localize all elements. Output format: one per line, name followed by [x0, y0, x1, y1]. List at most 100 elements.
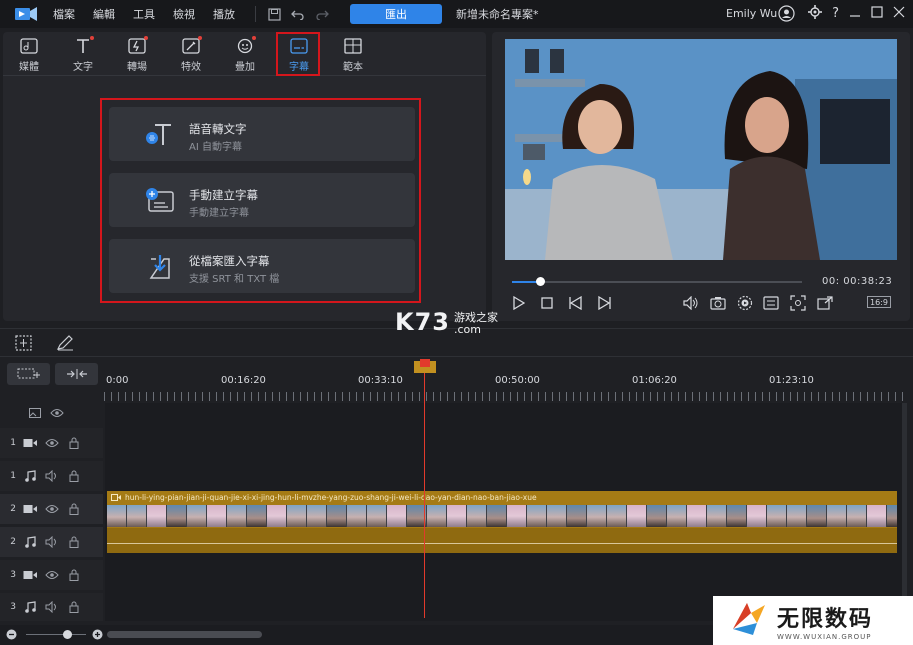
manual-subtitle-subtitle: 手動建立字幕 — [189, 208, 249, 219]
user-name[interactable]: Emily Wu — [726, 7, 777, 20]
import-subtitle-option[interactable]: 從檔案匯入字幕 支援 SRT 和 TXT 檔 — [109, 239, 415, 293]
speech-to-text-option[interactable]: 語音轉文字 AI 自動字幕 — [109, 107, 415, 161]
timeline-ruler[interactable]: 0:00 00:16:20 00:33:10 00:50:00 01:06:20… — [104, 357, 913, 403]
playback-progress-track[interactable] — [512, 281, 802, 283]
menu-edit[interactable]: 編輯 — [93, 6, 115, 22]
video-track-icon — [22, 568, 38, 582]
window-controls: ? — [808, 5, 905, 22]
aspect-ratio-badge[interactable]: 16:9 — [867, 296, 891, 308]
eye-icon[interactable] — [44, 502, 60, 516]
tab-overlay[interactable]: 疊加 — [223, 36, 267, 74]
user-avatar-icon[interactable] — [778, 5, 795, 25]
tab-media[interactable]: 媒體 — [7, 36, 51, 74]
playback-scrubber-handle[interactable] — [536, 277, 545, 286]
menu-view[interactable]: 檢視 — [173, 6, 195, 22]
tab-template-label: 範本 — [343, 62, 363, 73]
undo-icon[interactable] — [290, 6, 306, 22]
settings-gear-icon[interactable] — [808, 5, 823, 22]
snapshot-camera-icon[interactable] — [710, 295, 726, 311]
manual-subtitle-title: 手動建立字幕 — [189, 188, 258, 202]
lock-icon[interactable] — [66, 469, 82, 483]
overlay-icon — [234, 36, 256, 56]
app-window: 檔案 編輯 工具 檢視 播放 匯出 新增未命名專案* Emily Wu ? 媒體… — [0, 0, 913, 645]
new-badge-dot — [252, 36, 256, 40]
track-number: 2 — [10, 537, 16, 547]
k73-logo-text: K73 — [395, 308, 450, 336]
wuxian-url: WWW.WUXIAN.GROUP — [777, 632, 872, 641]
template-icon — [342, 36, 364, 56]
k73-caption: 游戏之家 .com — [454, 311, 498, 336]
track-3-video-header: 3 — [0, 560, 103, 590]
clip-thumbnails — [107, 505, 897, 527]
track-1-video-header: 1 — [0, 428, 103, 458]
speaker-icon[interactable] — [44, 535, 60, 549]
timeline-playhead[interactable] — [424, 360, 425, 618]
menu-tools[interactable]: 工具 — [133, 6, 155, 22]
tab-template[interactable]: 範本 — [331, 36, 375, 74]
tab-transition[interactable]: 轉場 — [115, 36, 159, 74]
undock-preview-icon[interactable] — [817, 295, 833, 311]
lock-icon[interactable] — [66, 568, 82, 582]
lock-icon[interactable] — [66, 502, 82, 516]
menu-file[interactable]: 檔案 — [53, 6, 75, 22]
zoom-slider-track[interactable] — [26, 634, 86, 635]
new-badge-dot — [198, 36, 202, 40]
add-track-button[interactable] — [7, 363, 50, 385]
tab-effects[interactable]: 特效 — [169, 36, 213, 74]
speech-to-text-title: 語音轉文字 — [189, 122, 247, 136]
playhead-marker — [420, 359, 430, 367]
maximize-icon[interactable] — [871, 6, 883, 21]
zoom-slider-handle[interactable] — [63, 630, 72, 639]
lock-icon[interactable] — [66, 600, 82, 614]
app-logo-icon — [13, 5, 39, 23]
redo-icon[interactable] — [314, 6, 330, 22]
k73-caption-domain: .com — [454, 322, 481, 336]
track-headers: 1 1 2 2 3 3 — [0, 403, 104, 621]
previous-frame-icon[interactable] — [568, 295, 584, 311]
manual-subtitle-option[interactable]: 手動建立字幕 手動建立字幕 — [109, 173, 415, 227]
tab-overlay-label: 疊加 — [235, 62, 255, 73]
tab-text[interactable]: 文字 — [61, 36, 105, 74]
render-preview-icon[interactable] — [737, 295, 753, 311]
minimize-icon[interactable] — [849, 6, 861, 21]
track-number: 1 — [10, 471, 16, 481]
timeline-horizontal-scrollbar[interactable] — [107, 631, 262, 638]
zoom-in-icon[interactable] — [92, 629, 103, 643]
video-clip[interactable]: hun-li-ying-pian-jian-ji-quan-jie-xi-xi-… — [107, 491, 897, 553]
zoom-out-icon[interactable] — [6, 629, 17, 643]
video-track-icon — [22, 436, 38, 450]
menu-play[interactable]: 播放 — [213, 6, 235, 22]
timeline-tracks-area[interactable]: hun-li-ying-pian-jian-ji-quan-jie-xi-xi-… — [105, 403, 905, 621]
project-name: 新增未命名專案* — [456, 8, 539, 21]
speaker-icon[interactable] — [44, 469, 60, 483]
save-icon[interactable] — [266, 6, 282, 22]
help-icon[interactable]: ? — [832, 6, 839, 21]
lock-icon[interactable] — [66, 436, 82, 450]
fit-timeline-button[interactable] — [55, 363, 98, 385]
subtitle-options-highlight: 語音轉文字 AI 自動字幕 手動建立字幕 手動建立字幕 從檔案匯入字幕 支援 S… — [100, 98, 421, 303]
pen-tool-icon[interactable] — [56, 335, 74, 354]
audio-volume-line[interactable] — [107, 543, 897, 544]
eye-icon[interactable] — [44, 436, 60, 450]
subtitle-toggle-icon[interactable] — [763, 295, 779, 311]
manual-subtitle-icon — [145, 187, 175, 215]
library-panel: 媒體 文字 轉場 特效 疊加 字幕 範本 語音轉文字 AI 自動字幕 手動建立字… — [3, 32, 486, 321]
eye-icon[interactable] — [44, 568, 60, 582]
lock-icon[interactable] — [66, 535, 82, 549]
audio-clip[interactable] — [107, 528, 897, 553]
speech-to-text-subtitle: AI 自動字幕 — [189, 142, 242, 153]
eye-icon[interactable] — [49, 406, 65, 420]
timeline-view-icon[interactable] — [15, 335, 32, 354]
ruler-label: 00:50:00 — [495, 375, 540, 386]
stop-icon[interactable] — [539, 295, 555, 311]
export-button[interactable]: 匯出 — [350, 4, 442, 24]
close-icon[interactable] — [893, 6, 905, 21]
next-frame-icon[interactable] — [596, 295, 612, 311]
zoom-preview-icon[interactable] — [790, 295, 806, 311]
speaker-icon[interactable] — [44, 600, 60, 614]
k73-watermark: K73 游戏之家 .com — [395, 308, 498, 336]
play-icon[interactable] — [511, 295, 527, 311]
tab-transition-label: 轉場 — [127, 62, 147, 73]
timeline-vertical-scrollbar[interactable] — [902, 403, 907, 621]
volume-icon[interactable] — [683, 295, 699, 311]
